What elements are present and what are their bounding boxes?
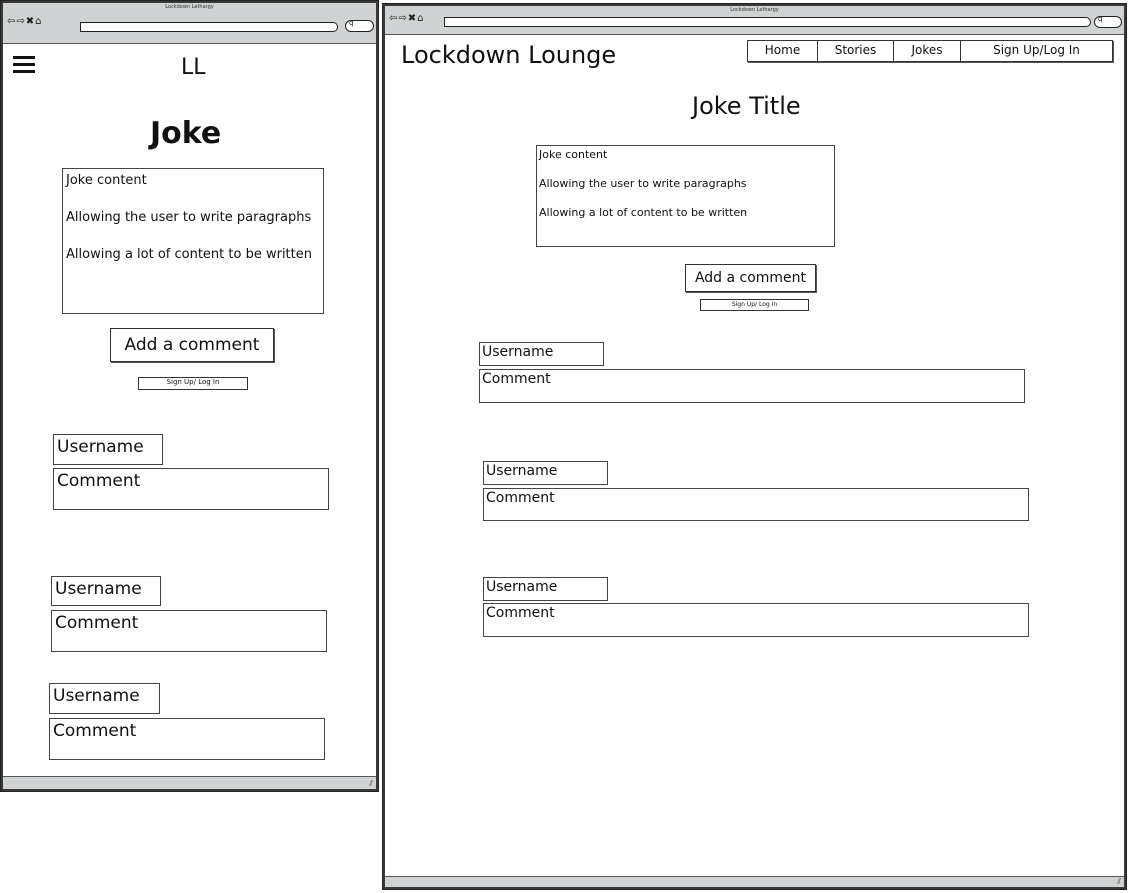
back-icon[interactable]: ⇦ (7, 16, 16, 27)
desktop-wireframe-window: Lockdown Lethargy ⇦⇨✖⌂ q Lockdown Lounge… (382, 3, 1127, 890)
site-logo: LL (181, 55, 206, 80)
resize-grip-icon[interactable]: ⫽ (1117, 877, 1121, 887)
forward-icon[interactable]: ⇨ (398, 13, 407, 24)
page-title: Joke (150, 116, 222, 151)
joke-content-box: Joke content Allowing the user to write … (62, 168, 324, 314)
content-line: Joke content (539, 148, 608, 161)
page-title: Joke Title (692, 92, 801, 120)
signup-login-button[interactable]: Sign Up/ Log In (700, 299, 809, 311)
signup-login-button[interactable]: Sign Up/ Log In (138, 377, 248, 390)
browser-chrome: Lockdown Lethargy ⇦⇨✖⌂ q (3, 3, 376, 44)
search-icon: q (349, 19, 354, 27)
comment-text: Comment (483, 488, 1029, 521)
window-title: Lockdown Lethargy (165, 4, 214, 10)
address-bar[interactable] (444, 17, 1091, 27)
search-box[interactable]: q (345, 19, 374, 32)
content-line: Allowing the user to write paragraphs (66, 210, 312, 225)
comment-text: Comment (479, 369, 1025, 403)
address-bar[interactable] (80, 22, 338, 32)
mobile-wireframe-window: Lockdown Lethargy ⇦⇨✖⌂ q LL Joke Joke co… (0, 0, 379, 792)
status-bar: ⫽ (3, 776, 376, 789)
content-line: Allowing a lot of content to be written (66, 247, 312, 262)
status-bar: ⫽ (385, 876, 1124, 887)
home-icon[interactable]: ⌂ (417, 13, 424, 24)
hamburger-menu-icon[interactable] (13, 56, 35, 77)
window-title: Lockdown Lethargy (730, 7, 779, 13)
close-icon[interactable]: ✖ (408, 13, 417, 24)
add-comment-button[interactable]: Add a comment (110, 328, 274, 362)
nav-jokes[interactable]: Jokes (894, 41, 961, 61)
content-line: Allowing a lot of content to be written (539, 206, 748, 219)
search-box[interactable]: q (1094, 15, 1122, 28)
comment-text: Comment (51, 610, 327, 652)
comment-username: Username (483, 461, 608, 485)
comment-username: Username (53, 434, 163, 465)
joke-content-box: Joke content Allowing the user to write … (536, 145, 835, 247)
nav-home[interactable]: Home (748, 41, 818, 61)
top-nav: Home Stories Jokes Sign Up/Log In (747, 40, 1113, 62)
comment-username: Username (483, 577, 608, 601)
comment-username: Username (479, 342, 604, 366)
resize-grip-icon[interactable]: ⫽ (369, 779, 373, 789)
content-line: Allowing the user to write paragraphs (539, 177, 747, 190)
comment-text: Comment (53, 468, 329, 510)
comment-text: Comment (483, 603, 1029, 637)
home-icon[interactable]: ⌂ (35, 16, 42, 27)
forward-icon[interactable]: ⇨ (16, 16, 25, 27)
comment-text: Comment (49, 718, 325, 760)
browser-chrome: Lockdown Lethargy ⇦⇨✖⌂ q (385, 6, 1124, 35)
nav-stories[interactable]: Stories (818, 41, 894, 61)
close-icon[interactable]: ✖ (26, 16, 35, 27)
nav-signup-login[interactable]: Sign Up/Log In (961, 41, 1112, 61)
search-icon: q (1098, 15, 1103, 23)
back-icon[interactable]: ⇦ (389, 13, 398, 24)
content-line: Joke content (66, 173, 147, 188)
add-comment-button[interactable]: Add a comment (685, 264, 816, 292)
comment-username: Username (51, 576, 161, 606)
comment-username: Username (49, 683, 160, 714)
site-title: Lockdown Lounge (401, 41, 617, 69)
